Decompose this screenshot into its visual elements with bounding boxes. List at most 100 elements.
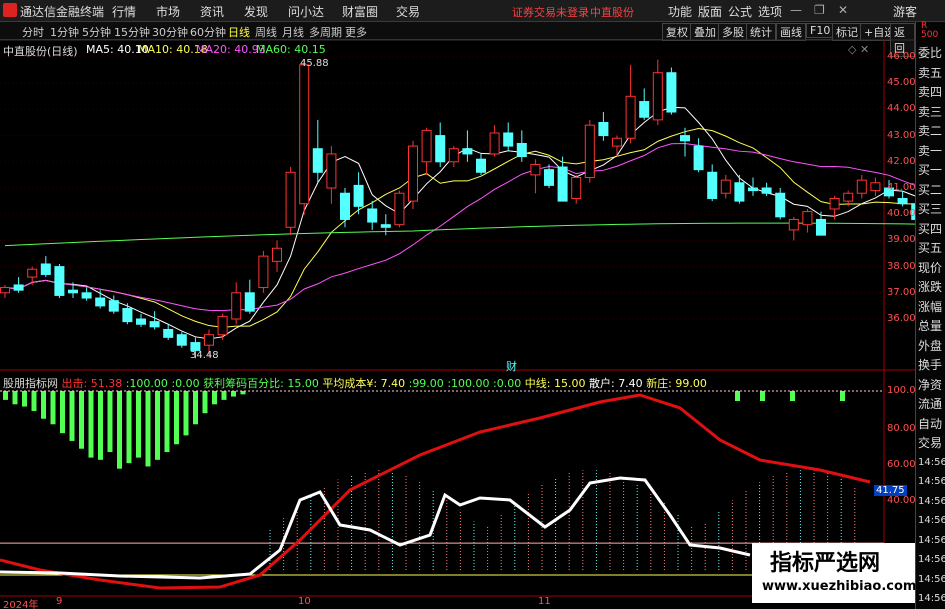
- settings-icon[interactable]: ◇ ✕: [848, 43, 869, 56]
- side-item[interactable]: 交易: [918, 436, 942, 450]
- side-item[interactable]: 涨幅: [918, 300, 942, 314]
- indicator-name[interactable]: 股朋指标网: [3, 377, 58, 390]
- side-item[interactable]: 卖四: [918, 85, 942, 99]
- indicator-green-bar: [22, 391, 27, 407]
- side-item[interactable]: 卖二: [918, 124, 942, 138]
- ind-axis-40: 40.00: [887, 495, 916, 506]
- ma60-label: MA60: 40.15: [256, 43, 326, 56]
- candle-body: [244, 292, 255, 312]
- candle-body: [625, 95, 636, 139]
- candle-body: [652, 72, 663, 121]
- candle-body: [680, 135, 690, 142]
- candle-body: [81, 292, 92, 299]
- quote-side-panel: 委比卖五卖四卖三卖二卖一买一买二买三买四买五现价涨跌涨幅总量外盘换手净资流通自动…: [915, 22, 945, 609]
- side-item[interactable]: 14:56: [918, 456, 945, 470]
- indicator-header: 股朋指标网 出击: 51.38 :100.00 :0.00 获利筹码百分比: 1…: [3, 377, 707, 390]
- candle-body: [462, 148, 473, 155]
- candle-body: [448, 148, 459, 163]
- indicator-green-bar: [155, 391, 160, 460]
- candle-body: [748, 187, 758, 192]
- side-item[interactable]: 卖三: [918, 105, 942, 119]
- trading-terminal: { "titlebar": { "app_name": "通达信金融终端", "…: [0, 0, 945, 609]
- high-annotation: 45.88: [300, 58, 329, 69]
- price-tick: 40.00: [887, 208, 916, 220]
- side-item[interactable]: 买三: [918, 202, 942, 216]
- side-item[interactable]: 买四: [918, 222, 942, 236]
- side-item[interactable]: 现价: [918, 261, 942, 275]
- side-item[interactable]: 卖五: [918, 66, 942, 80]
- candle-body: [530, 163, 541, 176]
- candle-body: [557, 166, 568, 202]
- side-item[interactable]: 14:56: [918, 553, 945, 567]
- side-item[interactable]: 买五: [918, 241, 942, 255]
- candle-body: [95, 297, 106, 307]
- indicator-green-bar: [3, 391, 8, 400]
- candle-body: [68, 289, 78, 294]
- price-tick: 39.00: [887, 234, 916, 246]
- kline-chart[interactable]: [0, 0, 945, 609]
- candle-body: [40, 263, 51, 275]
- candle-body: [720, 179, 731, 194]
- indicator-green-bar: [136, 391, 141, 458]
- side-item[interactable]: 14:56: [918, 592, 945, 606]
- candle-body: [108, 300, 119, 312]
- candle-body: [639, 101, 650, 118]
- price-tick: 45.00: [887, 77, 916, 89]
- ma20-line: [4, 142, 944, 312]
- candle-body: [489, 132, 500, 155]
- side-item[interactable]: 净资: [918, 378, 942, 392]
- indicator-green-bar: [174, 391, 179, 445]
- candle-body: [176, 334, 187, 346]
- side-item[interactable]: 外盘: [918, 339, 942, 353]
- indicator-green-bar: [231, 391, 236, 397]
- side-item[interactable]: 卖一: [918, 144, 942, 158]
- ind-axis-80: 80.00: [887, 423, 916, 434]
- side-item[interactable]: 买一: [918, 163, 942, 177]
- ma60-line: [4, 222, 944, 247]
- side-item[interactable]: 14:56: [918, 475, 945, 489]
- candle-body: [788, 218, 799, 231]
- watermark-title: 指标严选网: [770, 551, 881, 576]
- indicator-green-bar: [12, 391, 18, 405]
- candle-body: [312, 148, 323, 173]
- side-item[interactable]: 涨跌: [918, 280, 942, 294]
- side-item[interactable]: 委比: [918, 46, 942, 60]
- side-top-label: R 500: [921, 21, 939, 40]
- indicator-green-bar: [212, 391, 217, 405]
- candle-body: [204, 334, 214, 346]
- candle-body: [612, 137, 622, 147]
- indicator-green-bar: [760, 391, 765, 401]
- side-item[interactable]: 买二: [918, 183, 942, 197]
- side-item[interactable]: 换手: [918, 358, 942, 372]
- indicator-green-bar: [69, 391, 75, 441]
- indicator-green-bar: [50, 391, 56, 425]
- stock-title: 中直股份(日线): [3, 45, 78, 58]
- candle-body: [122, 308, 133, 323]
- indicator-green-bar: [88, 391, 94, 458]
- side-item[interactable]: 自动: [918, 417, 942, 431]
- candle-body: [544, 169, 554, 186]
- candle-body: [802, 211, 813, 226]
- side-item[interactable]: 14:56: [918, 573, 945, 587]
- candle-body: [598, 122, 609, 137]
- ind-axis-100: 100.0: [887, 385, 916, 396]
- cai-marker[interactable]: 财: [506, 358, 517, 374]
- watermark: 指标严选网 www.xuezhibiao.com: [752, 543, 916, 603]
- side-item[interactable]: 14:56: [918, 495, 945, 509]
- candle-body: [326, 153, 337, 189]
- indicator-green-bar: [31, 391, 37, 411]
- candle-body: [394, 192, 405, 226]
- side-item[interactable]: 14:56: [918, 514, 945, 528]
- indicator-green-bar: [202, 391, 208, 414]
- side-item[interactable]: 14:56: [918, 534, 945, 548]
- candle-body: [421, 129, 432, 163]
- candle-body: [0, 287, 10, 294]
- price-tick: 41.00: [887, 182, 916, 193]
- side-item[interactable]: 总量: [918, 319, 942, 333]
- candle-body: [707, 171, 718, 199]
- side-item[interactable]: 流通: [918, 397, 942, 411]
- indicator-green-bar: [221, 391, 227, 400]
- low-annotation: 34.48: [190, 350, 219, 361]
- indicator-green-bar: [79, 391, 84, 449]
- price-tick: 43.00: [887, 129, 916, 141]
